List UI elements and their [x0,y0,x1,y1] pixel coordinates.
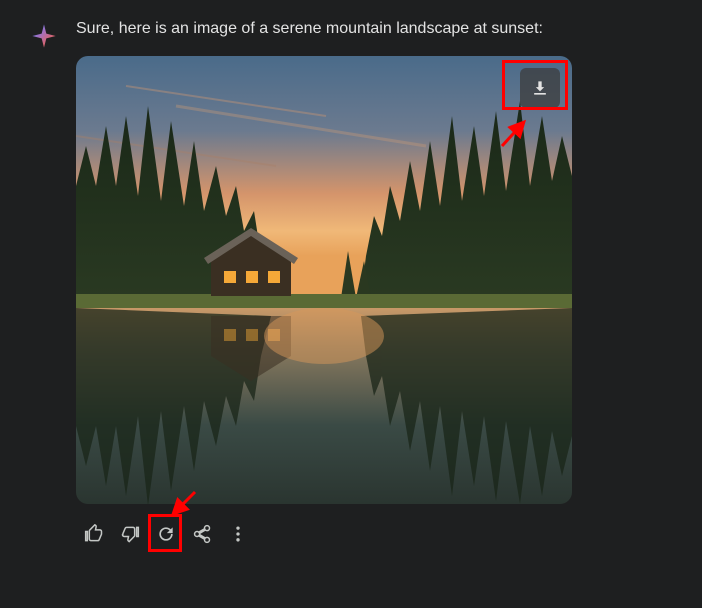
generated-image-container [76,56,572,504]
more-options-button[interactable] [222,518,254,550]
share-button[interactable] [186,518,218,550]
thumbs-up-icon [84,524,104,544]
assistant-message: Sure, here is an image of a serene mount… [0,0,702,568]
message-content: Sure, here is an image of a serene mount… [76,18,672,550]
more-options-icon [228,524,248,544]
response-text: Sure, here is an image of a serene mount… [76,18,672,40]
regenerate-button[interactable] [150,518,182,550]
thumbs-down-icon [120,524,140,544]
download-button[interactable] [520,68,560,108]
thumbs-up-button[interactable] [78,518,110,550]
share-icon [192,524,212,544]
generated-image[interactable] [76,56,572,504]
response-action-bar [76,518,672,550]
regenerate-wrapper [150,518,182,550]
regenerate-icon [156,524,176,544]
sparkle-icon [30,22,58,50]
thumbs-down-button[interactable] [114,518,146,550]
download-icon [530,78,550,98]
